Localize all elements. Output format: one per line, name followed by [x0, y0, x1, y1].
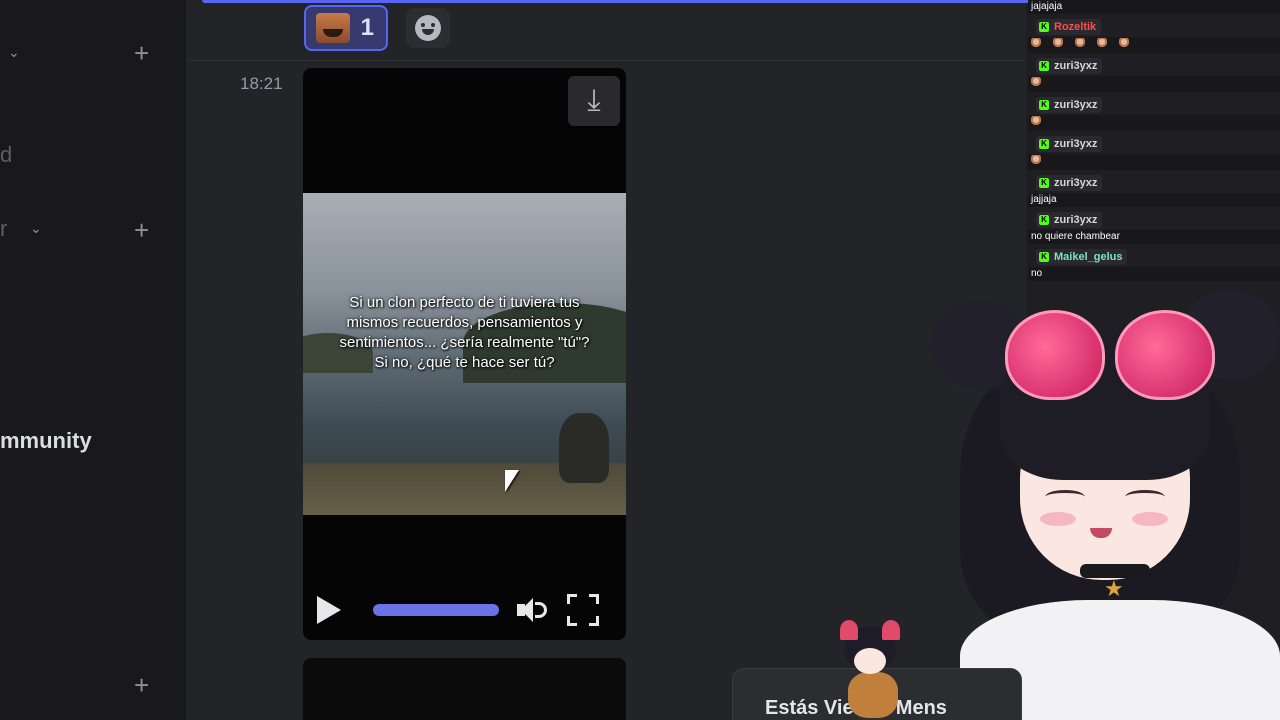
kick-badge-icon: K: [1039, 100, 1049, 110]
chat-username-text: zuri3yxz: [1054, 138, 1098, 150]
chat-username-text: zuri3yxz: [1054, 99, 1098, 111]
emote-icon: [1097, 38, 1107, 49]
avatar-eye: [1125, 490, 1165, 504]
chat-message: K Rozeltik: [1028, 14, 1280, 53]
chibi-ear: [882, 620, 900, 640]
kick-badge-icon: K: [1039, 22, 1049, 32]
chat-username-text: Maikel_gelus: [1054, 251, 1123, 263]
emote-icon: [1075, 38, 1085, 49]
emote-icon: [1119, 38, 1129, 49]
chat-message-text: jajajaja: [1028, 0, 1280, 14]
chat-username[interactable]: Kzuri3yxz: [1036, 175, 1103, 191]
chat-username[interactable]: Kzuri3yxz: [1036, 58, 1103, 74]
kick-badge-icon: K: [1039, 178, 1049, 188]
sidebar-partial-label: d: [0, 142, 13, 167]
chat-message-text: [1028, 37, 1280, 53]
chat-username-text: Rozeltik: [1054, 21, 1097, 33]
chat-username[interactable]: K Maikel_gelus: [1036, 249, 1128, 265]
avatar-eye: [1045, 490, 1085, 504]
chat-username[interactable]: Kzuri3yxz: [1036, 97, 1103, 113]
add-reaction-button[interactable]: [406, 8, 450, 48]
kick-badge-icon: K: [1039, 215, 1049, 225]
emote-icon: [1031, 116, 1041, 127]
emote-icon: [1031, 77, 1041, 88]
video-frame: Si un clon perfecto de ti tuviera tus mi…: [303, 193, 626, 515]
play-icon[interactable]: [317, 596, 341, 624]
volume-icon[interactable]: [515, 594, 547, 626]
sidebar-category-community[interactable]: mmunity: [0, 428, 92, 454]
chat-message-text: jajjaja: [1028, 193, 1280, 207]
reaction-count: 1: [360, 14, 374, 41]
add-channel-icon[interactable]: +: [134, 217, 149, 243]
stream-chat-overlay: jajajaja K Rozeltik Kzuri3yxz Kzuri3yxz Kzuri…: [1026, 0, 1280, 310]
chat-username-text: zuri3yxz: [1054, 177, 1098, 189]
chibi-ear: [840, 620, 858, 640]
message-timestamp: 18:21: [240, 74, 283, 93]
chevron-down-icon[interactable]: ⌄: [30, 220, 42, 237]
chat-message-text: [1028, 76, 1280, 92]
download-icon: ⤓: [587, 84, 601, 117]
sidebar-partial-label: r: [0, 216, 8, 241]
kick-badge-icon: K: [1039, 61, 1049, 71]
vtuber-avatar: ★: [900, 280, 1280, 720]
chat-message: K Maikel_gelusno: [1028, 244, 1280, 281]
add-channel-icon[interactable]: +: [134, 672, 149, 698]
chat-username[interactable]: Kzuri3yxz: [1036, 136, 1103, 152]
progress-fill: [373, 604, 499, 616]
video-caption: Si un clon perfecto de ti tuviera tus mi…: [339, 294, 590, 371]
divider: [186, 60, 1026, 61]
avatar-blush: [1040, 512, 1076, 526]
scene-figure: [559, 413, 609, 483]
video-controls: [303, 580, 626, 640]
reaction-button[interactable]: 1: [304, 5, 388, 51]
progress-bar[interactable]: [373, 604, 499, 616]
add-channel-icon[interactable]: +: [134, 40, 149, 66]
chibi-face: [854, 648, 886, 674]
emote-icon: [1031, 38, 1041, 49]
highlight-bar: [202, 0, 1032, 3]
download-button[interactable]: ⤓: [568, 76, 620, 126]
chat-message: Kzuri3yxz: [1028, 131, 1280, 170]
chat-message: Kzuri3yxz: [1028, 53, 1280, 92]
chat-message-text: [1028, 115, 1280, 131]
emote-icon: [1053, 38, 1063, 49]
star-icon: ★: [1104, 576, 1124, 601]
chat-username[interactable]: K Rozeltik: [1036, 19, 1102, 35]
chat-message-text: no quiere chambear: [1028, 230, 1280, 244]
fullscreen-icon[interactable]: [567, 594, 599, 626]
chat-username[interactable]: Kzuri3yxz: [1036, 212, 1103, 228]
chat-message-text: [1028, 154, 1280, 170]
server-sidebar: ⌄ + d r ⌄ + mmunity +: [0, 0, 186, 720]
heart-glasses-icon: [1005, 310, 1105, 400]
chat-message: jajajaja: [1028, 0, 1280, 14]
video-attachment[interactable]: ⤓ Si un clon perfecto de ti tuviera tus …: [303, 68, 626, 640]
emoji-face-icon: [316, 13, 350, 43]
chat-username-text: zuri3yxz: [1054, 60, 1098, 72]
chat-message: Kzuri3yxz: [1028, 92, 1280, 131]
emote-icon: [1031, 155, 1041, 166]
chat-message: Kzuri3yxz jajjaja: [1028, 170, 1280, 207]
avatar-blush: [1132, 512, 1168, 526]
heart-glasses-icon: [1115, 310, 1215, 400]
smile-icon: [415, 15, 441, 41]
kick-badge-icon: K: [1039, 252, 1049, 262]
video-attachment-next[interactable]: [303, 658, 626, 720]
mouse-cursor-icon: [505, 470, 519, 492]
chat-message-text: no: [1028, 267, 1280, 281]
kick-badge-icon: K: [1039, 139, 1049, 149]
chibi-body: [848, 672, 898, 718]
chibi-sticker: [836, 620, 906, 720]
chevron-down-icon[interactable]: ⌄: [8, 44, 20, 61]
chat-username-text: zuri3yxz: [1054, 214, 1098, 226]
chat-message: Kzuri3yxz no quiere chambear: [1028, 207, 1280, 244]
